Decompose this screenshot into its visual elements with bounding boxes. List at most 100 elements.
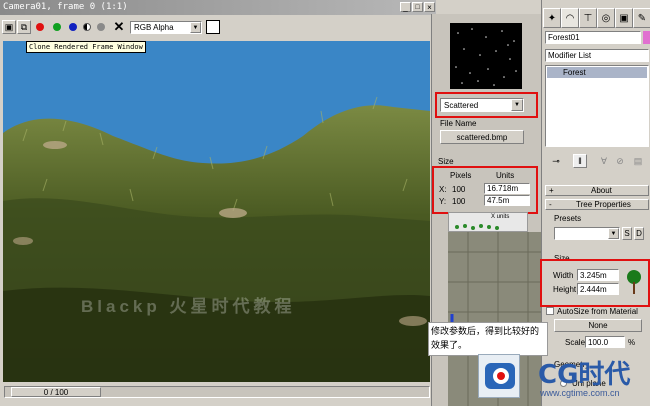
pin-stack-icon[interactable]: ⊸ <box>549 154 563 168</box>
mono-channel-icon[interactable] <box>97 23 105 31</box>
x-units-spinner[interactable]: 16.718m <box>484 183 530 194</box>
preset-delete-label: D <box>636 229 642 238</box>
none-button-label: None <box>588 321 608 330</box>
maximize-button[interactable]: □ <box>412 2 423 12</box>
file-name-label: File Name <box>440 119 477 128</box>
close-button[interactable]: × <box>424 2 435 12</box>
pixels-header: Pixels <box>450 171 472 180</box>
blue-channel-icon[interactable] <box>69 23 77 31</box>
object-color-swatch[interactable] <box>643 31 650 44</box>
color-swatch[interactable] <box>206 20 220 34</box>
x-units-value: 16.718m <box>487 184 519 193</box>
tree-icon <box>626 268 642 296</box>
motion-tab-icon[interactable]: ◎ <box>597 8 615 28</box>
tile-preview-label: X units <box>491 214 510 220</box>
about-rollout[interactable]: + About <box>545 185 649 196</box>
render-frame-window: Camera01, frame 0 (1:1) _ □ × ▣ ⧉ ✕ RGB … <box>0 0 436 406</box>
file-name-button[interactable]: scattered.bmp <box>440 130 524 144</box>
modifier-list-dropdown[interactable]: Modifier List <box>545 49 649 62</box>
rollout-minus-icon: - <box>549 200 552 209</box>
rollout-plus-icon: + <box>549 186 554 195</box>
units-header: Units <box>496 171 515 180</box>
none-button[interactable]: None <box>554 319 642 332</box>
y-label: Y: <box>439 197 447 206</box>
frame-counter[interactable]: 0 / 100 <box>11 387 101 397</box>
scale-value: 100.0 <box>588 338 609 347</box>
green-channel-icon[interactable] <box>53 23 61 31</box>
modify-tab-icon[interactable]: ◠ <box>561 8 579 28</box>
minimize-button[interactable]: _ <box>400 2 411 12</box>
tile-preview-dots <box>455 224 499 230</box>
logo-brand: CG时代 <box>538 360 631 390</box>
logo-url: www.cgtime.com.cn <box>540 388 620 398</box>
bitmap-type-dropdown[interactable]: Scattered ▼ <box>440 98 524 112</box>
width-label: Width <box>553 271 574 280</box>
time-slider[interactable]: 0 / 100 <box>4 386 430 398</box>
clear-icon[interactable]: ✕ <box>113 19 125 34</box>
y-pixels: 100 <box>452 197 466 206</box>
show-end-result-icon[interactable]: ‖ <box>573 154 587 168</box>
utilities-tab-icon[interactable]: ✎ <box>633 8 650 28</box>
file-name-value: scattered.bmp <box>456 132 508 142</box>
bitmap-type-value: Scattered <box>444 101 479 110</box>
modifier-stack: Forest <box>545 65 649 147</box>
height-label: Height <box>553 285 577 294</box>
red-channel-icon[interactable] <box>36 23 44 31</box>
size-group-label: Size <box>438 157 454 166</box>
chevron-down-icon[interactable]: ▼ <box>608 228 619 239</box>
scale-label: Scale <box>565 338 586 347</box>
window-title: Camera01, frame 0 (1:1) <box>3 2 128 12</box>
width-spinner[interactable]: 3.245m <box>577 269 619 281</box>
y-units-spinner[interactable]: 47.5m <box>484 195 530 206</box>
modifier-list-label: Modifier List <box>548 51 592 60</box>
width-value: 3.245m <box>580 271 607 280</box>
presets-dropdown[interactable]: ▼ <box>554 227 620 240</box>
command-tabs: ✦ ◠ ⊤ ◎ ▣ ✎ <box>543 8 650 30</box>
scatter-dots <box>455 28 517 86</box>
alpha-channel-icon[interactable] <box>83 23 91 31</box>
hierarchy-tab-icon[interactable]: ⊤ <box>579 8 597 28</box>
scale-spinner[interactable]: 100.0 <box>585 336 625 348</box>
x-label: X: <box>439 185 447 194</box>
grass-hills-render <box>3 96 430 382</box>
stack-item-label: Forest <box>563 68 586 77</box>
tree-properties-rollout[interactable]: - Tree Properties <box>545 199 649 210</box>
x-pixels: 100 <box>452 185 466 194</box>
frame-counter-text: 0 / 100 <box>43 387 69 397</box>
chevron-down-icon[interactable]: ▼ <box>511 99 523 111</box>
toolbar: ▣ ⧉ ✕ RGB Alpha ▼ <box>0 15 436 41</box>
about-label: About <box>591 186 612 195</box>
clone-window-icon[interactable]: ⧉ <box>17 20 31 34</box>
stack-item-forest[interactable]: Forest <box>547 67 647 78</box>
channel-select[interactable]: RGB Alpha ▼ <box>130 21 202 34</box>
object-name-field[interactable]: Forest01 <box>545 31 641 44</box>
preset-save-button[interactable]: S <box>622 227 632 240</box>
scale-unit: % <box>628 338 636 347</box>
y-units-value: 47.5m <box>487 196 510 205</box>
caption-text: 修改参数后，得到比较好的效果了。 <box>431 327 540 351</box>
preset-save-label: S <box>624 229 630 238</box>
remove-modifier-icon[interactable]: ⊘ <box>613 154 627 168</box>
preset-delete-button[interactable]: D <box>634 227 644 240</box>
autosize-label: AutoSize from Material <box>557 307 638 316</box>
rendered-image: Blackp 火星时代教程 <box>3 41 430 382</box>
height-spinner[interactable]: 2.444m <box>577 283 619 295</box>
tree-properties-label: Tree Properties <box>576 200 631 209</box>
timeline: 0 / 100 <box>0 382 436 406</box>
create-tab-icon[interactable]: ✦ <box>543 8 561 28</box>
command-panel: ✦ ◠ ⊤ ◎ ▣ ✎ Forest01 Modifier List Fores… <box>540 0 650 406</box>
chevron-down-icon[interactable]: ▼ <box>190 22 201 33</box>
title-bar: Camera01, frame 0 (1:1) _ □ × <box>0 0 436 15</box>
tooltip: Clone Rendered Frame Window <box>26 41 146 53</box>
presets-label: Presets <box>554 214 582 223</box>
configure-sets-icon[interactable]: ▤ <box>631 154 645 168</box>
height-value: 2.444m <box>580 285 607 294</box>
make-unique-icon[interactable]: ∀ <box>597 154 611 168</box>
save-icon[interactable]: ▣ <box>2 20 16 34</box>
display-tab-icon[interactable]: ▣ <box>615 8 633 28</box>
bitmap-thumbnail <box>450 23 522 89</box>
logo-icon <box>478 354 520 398</box>
tile-preview: X units <box>448 212 528 232</box>
object-name-value: Forest01 <box>548 33 580 42</box>
autosize-checkbox[interactable] <box>546 307 554 315</box>
